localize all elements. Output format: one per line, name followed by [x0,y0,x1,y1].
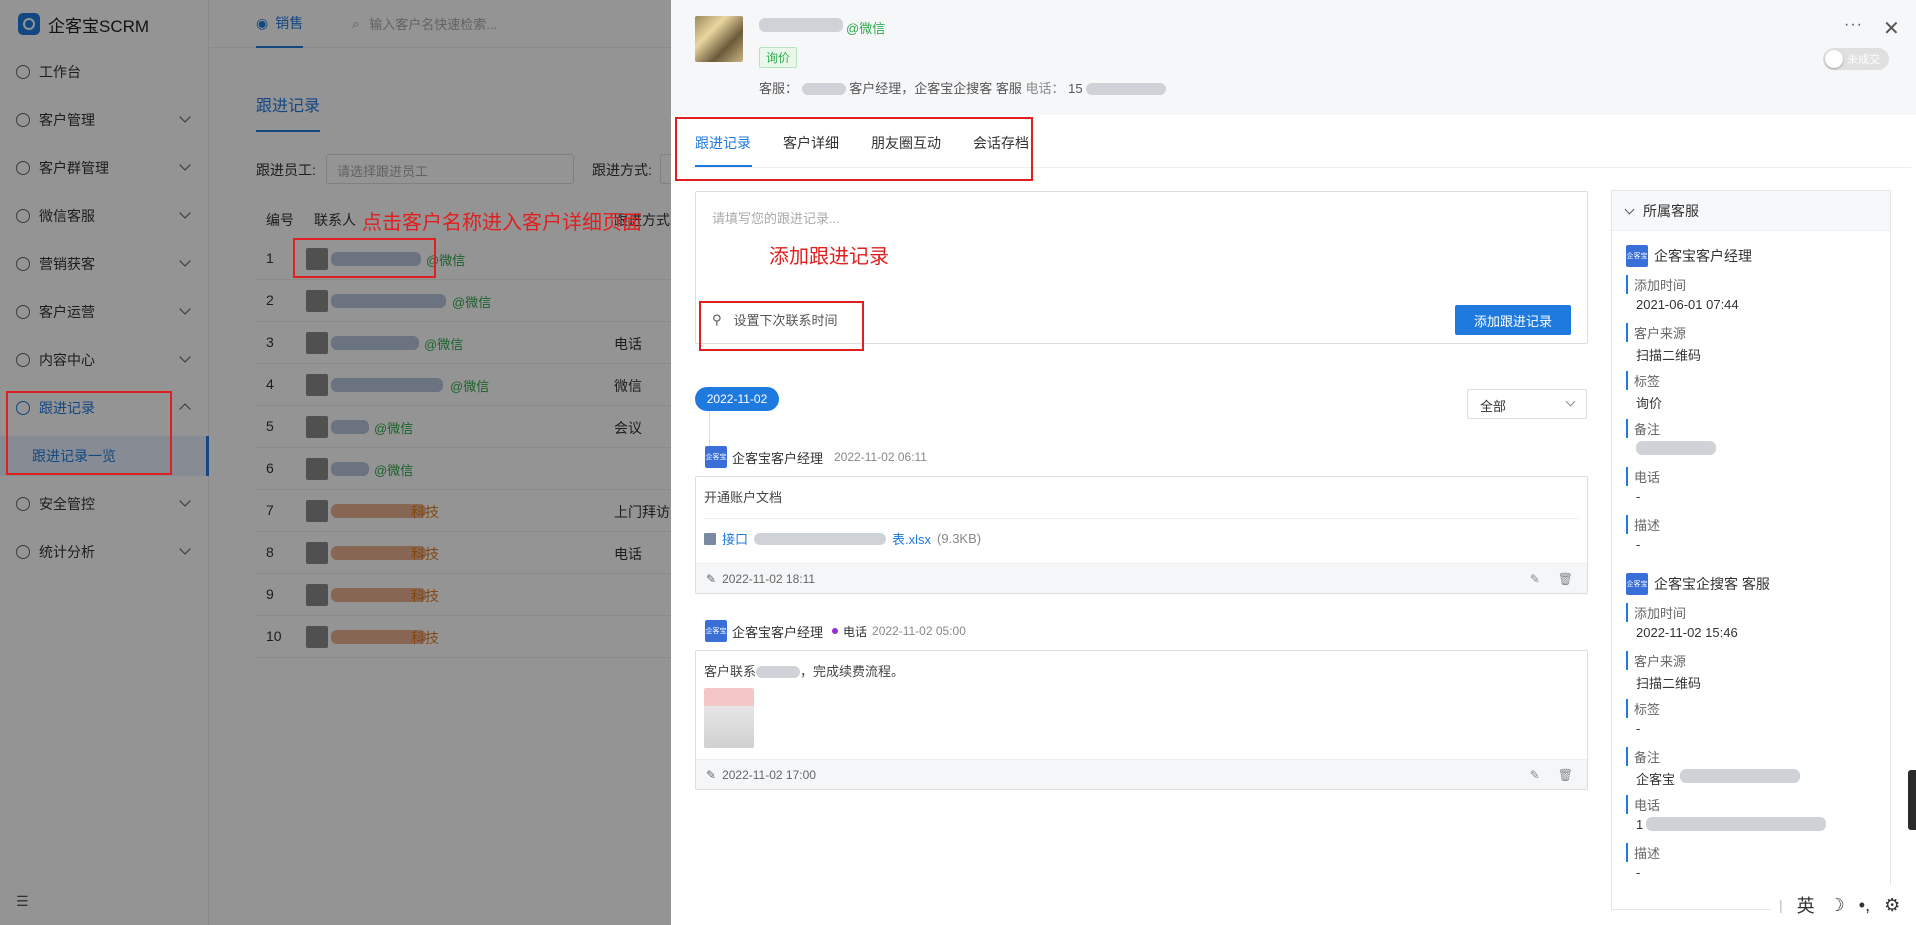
service-group-header: 企客宝 企客宝客户经理 [1626,245,1752,267]
more-icon[interactable]: ··· [1844,16,1863,34]
staff-badge: 企客宝 [705,620,727,642]
annotation-box-contact [293,238,436,278]
chevron-down-icon [1624,204,1635,214]
followup-text: 开通账户文档 [704,490,783,505]
delete-icon[interactable]: 🗑 [1558,768,1573,782]
deal-status-toggle[interactable]: 未成交 [1823,48,1889,70]
staff-badge: 企客宝 [1626,573,1648,595]
card-footer: ✎ 2022-11-02 18:11 ✎ 🗑 [696,563,1587,593]
followup-card: 客户联系 ，完成续费流程。 ✎ 2022-11-02 17:00 ✎ 🗑 [695,650,1588,790]
customer-name-redacted [759,18,843,32]
followup-text: 客户联系 ，完成续费流程。 [704,664,905,679]
ime-language-toggle[interactable]: 英 [1797,892,1815,918]
close-icon[interactable]: ✕ [1883,16,1900,41]
floating-side-tab[interactable] [1908,770,1916,830]
annotation-add-record: 添加跟进记录 [769,246,889,268]
service-group-header: 企客宝 企客宝企搜客 客服 [1626,573,1770,595]
annotation-box-sidebar [6,391,172,475]
customer-wechat-suffix: @微信 [846,21,886,36]
followup-card: 开通账户文档 接口 表.xlsx (9.3KB) ✎ 2022-11-02 18… [695,476,1588,594]
assigned-service-panel: 所属客服 企客宝 企客宝客户经理 添加时间 2021-06-01 07:44 客户… [1611,190,1891,910]
moon-icon[interactable]: ☽ [1829,895,1845,916]
customer-tag: 询价 [759,47,798,68]
timeline-entry-header: 企客宝 企客宝客户经理 2022-11-02 06:11 [705,446,927,468]
annotation-box-next-contact [699,301,864,351]
annotation-click-name: 点击客户名称进入客户详细页面 [362,212,642,234]
excel-file-icon [704,532,716,545]
ime-toolbar: | 英 ☽ •, ⚙ [1771,885,1916,925]
timeline-entry-header: 企客宝 企客宝客户经理 电话 2022-11-02 05:00 [705,620,966,642]
image-thumbnail[interactable] [704,688,754,748]
chevron-down-icon [1565,396,1576,407]
delete-icon[interactable]: 🗑 [1558,572,1573,586]
add-followup-button[interactable]: 添加跟进记录 [1455,305,1571,335]
edit-icon[interactable]: ✎ [1530,768,1540,782]
panel-header[interactable]: 所属客服 [1612,191,1890,231]
staff-badge: 企客宝 [705,446,727,468]
timeline-date: 2022-11-02 [695,387,779,411]
customer-detail-drawer: @微信 询价 客服： 客户经理，企客宝企搜客 客服 电话： 15 ··· ✕ 未… [671,0,1916,925]
annotation-box-tabs [675,117,1033,181]
edit-small-icon: ✎ [706,767,717,782]
type-dot [832,628,839,634]
timeline-line [709,411,710,447]
punctuation-icon[interactable]: •, [1859,895,1870,916]
customer-avatar [695,16,743,62]
attachment[interactable]: 接口 表.xlsx (9.3KB) [704,518,1579,548]
followup-filter-select[interactable]: 全部 [1467,389,1587,419]
customer-service-line: 客服： 客户经理，企客宝企搜客 客服 电话： 15 [759,78,1167,97]
drawer-header: @微信 询价 客服： 客户经理，企客宝企搜客 客服 电话： 15 ··· ✕ 未… [671,0,1916,115]
staff-badge: 企客宝 [1626,245,1648,267]
card-footer: ✎ 2022-11-02 17:00 ✎ 🗑 [696,759,1587,789]
edit-small-icon: ✎ [706,571,717,586]
gear-icon[interactable]: ⚙ [1884,895,1900,916]
edit-icon[interactable]: ✎ [1530,572,1540,586]
